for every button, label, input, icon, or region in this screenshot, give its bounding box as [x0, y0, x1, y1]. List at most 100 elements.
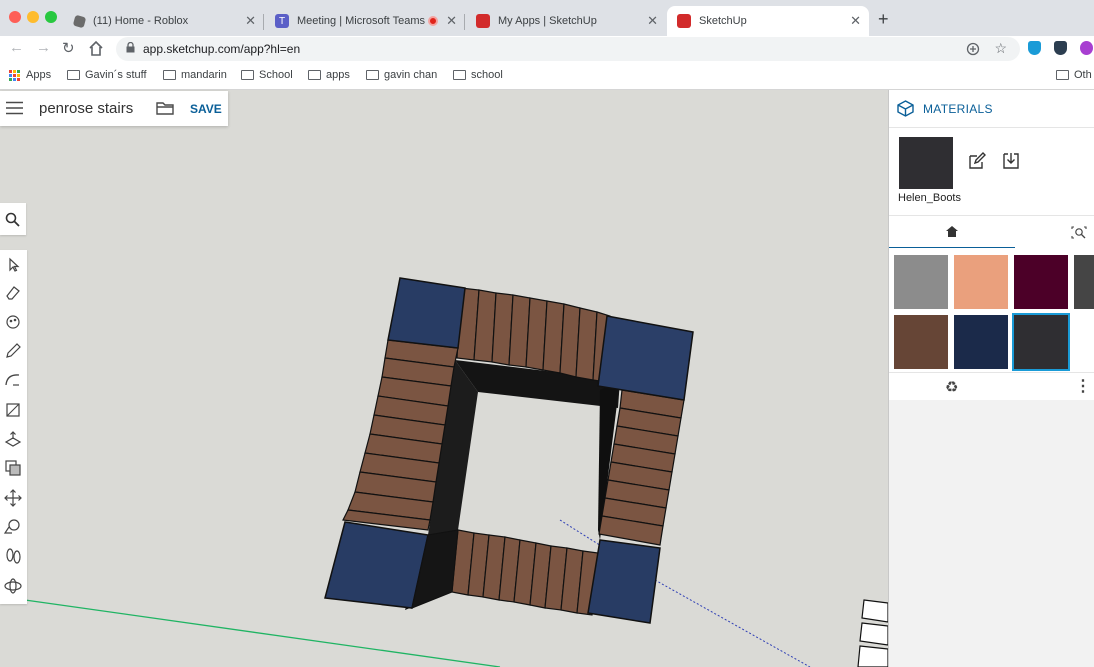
stairs-bottom: [451, 529, 599, 616]
search-button[interactable]: [0, 203, 26, 235]
offset-tool-icon[interactable]: [3, 458, 23, 478]
green-axis: [24, 599, 501, 667]
address-bar[interactable]: app.sketchup.com/app?hl=en ☆: [116, 37, 1020, 61]
bookmark-folder[interactable]: apps: [308, 69, 350, 81]
folder-icon: [308, 70, 321, 80]
tab-home[interactable]: [889, 216, 1015, 249]
extension-shield-icon[interactable]: [1028, 41, 1041, 55]
folder-icon: [67, 70, 80, 80]
bookmark-folder[interactable]: gavin chan: [366, 69, 437, 81]
orbit-tool-icon[interactable]: [3, 576, 23, 596]
browser-tab-my-apps[interactable]: My Apps | SketchUp ✕: [466, 6, 666, 36]
lock-icon: [126, 42, 135, 53]
new-tab-button[interactable]: +: [878, 9, 889, 30]
material-swatch[interactable]: [954, 255, 1008, 309]
close-icon[interactable]: ✕: [850, 13, 861, 29]
model-viewport[interactable]: [0, 90, 888, 667]
move-tool-icon[interactable]: [3, 488, 23, 508]
material-swatch[interactable]: [1014, 255, 1068, 309]
materials-cube-icon: [897, 100, 914, 117]
select-tool-icon[interactable]: [3, 255, 23, 275]
bookmark-star-icon[interactable]: ☆: [994, 40, 1007, 57]
material-swatch[interactable]: [1074, 255, 1094, 309]
window-minimize-button[interactable]: [27, 11, 39, 23]
bookmark-folder[interactable]: mandarin: [163, 69, 227, 81]
bookmark-folder[interactable]: School: [241, 69, 293, 81]
bookmark-folder[interactable]: school: [453, 69, 503, 81]
install-app-icon[interactable]: [966, 42, 980, 56]
tape-measure-tool-icon[interactable]: [3, 517, 23, 537]
folder-icon: [241, 70, 254, 80]
folder-icon[interactable]: [156, 101, 174, 115]
selected-material-preview[interactable]: [899, 137, 953, 189]
file-name[interactable]: penrose stairs: [39, 100, 133, 117]
import-material-icon[interactable]: [1002, 152, 1020, 170]
partial-object: [857, 599, 888, 667]
more-options-icon[interactable]: ⋮: [1075, 376, 1091, 396]
extension-vpn-icon[interactable]: [1054, 41, 1067, 55]
browser-tab-roblox[interactable]: (11) Home - Roblox ✕: [64, 6, 264, 36]
swatch-grid: [889, 248, 1094, 372]
materials-tabs: [889, 215, 1094, 249]
bookmark-folder[interactable]: Gavin´s stuff: [67, 69, 147, 81]
url-text: app.sketchup.com/app?hl=en: [143, 42, 301, 56]
browser-tab-teams[interactable]: T Meeting | Microsoft Teams ✕: [265, 6, 465, 36]
material-swatch[interactable]: [894, 315, 948, 369]
tab-title: Meeting | Microsoft Teams: [297, 15, 425, 27]
folder-icon: [1056, 70, 1069, 80]
close-icon[interactable]: ✕: [647, 13, 658, 29]
edit-material-icon[interactable]: [968, 152, 986, 170]
close-icon[interactable]: ✕: [446, 13, 457, 29]
search-materials-icon[interactable]: [1071, 226, 1087, 239]
sketchup-icon: [677, 14, 691, 28]
swatch-footer: ♻ ⋮: [889, 372, 1094, 400]
material-swatch-selected[interactable]: [1012, 313, 1070, 371]
material-swatch[interactable]: [954, 315, 1008, 369]
tab-title: SketchUp: [699, 15, 747, 27]
tool-palette: [0, 250, 27, 604]
panel-title: MATERIALS: [923, 102, 993, 116]
extension-puzzle-icon[interactable]: [1080, 41, 1093, 55]
eraser-tool-icon[interactable]: [3, 283, 23, 303]
home-icon[interactable]: [88, 41, 104, 56]
apps-grid-icon: [9, 69, 20, 81]
selected-material-area: Helen_Boots: [889, 127, 1094, 215]
model-canvas[interactable]: [0, 90, 888, 667]
recycle-icon[interactable]: ♻: [945, 378, 958, 396]
home-icon: [946, 226, 958, 237]
arc-tool-icon[interactable]: [3, 370, 23, 390]
browser-tab-strip: (11) Home - Roblox ✕ T Meeting | Microso…: [0, 0, 1094, 36]
material-swatch[interactable]: [894, 255, 948, 309]
file-header: penrose stairs SAVE: [0, 91, 228, 126]
window-maximize-button[interactable]: [45, 11, 57, 23]
walk-tool-icon[interactable]: [3, 546, 23, 566]
recording-icon: [428, 16, 438, 26]
corner-block-bottom-right: [587, 539, 661, 624]
paint-bucket-tool-icon[interactable]: [3, 312, 23, 332]
bookmark-apps[interactable]: Apps: [9, 69, 51, 81]
folder-icon: [366, 70, 379, 80]
close-icon[interactable]: ✕: [245, 13, 256, 29]
push-pull-tool-icon[interactable]: [3, 429, 23, 449]
blue-axis: [654, 579, 811, 667]
tab-title: My Apps | SketchUp: [498, 15, 597, 27]
rectangle-tool-icon[interactable]: [3, 400, 23, 420]
browser-toolbar: ← → ↻ app.sketchup.com/app?hl=en ☆: [0, 36, 1094, 62]
bookmarks-bar: Apps Gavin´s stuff mandarin School apps …: [0, 62, 1094, 90]
forward-arrow-icon[interactable]: →: [36, 39, 51, 56]
materials-panel: MATERIALS Helen_Boots ♻ ⋮: [888, 90, 1094, 667]
browser-tab-sketchup[interactable]: SketchUp ✕: [667, 6, 869, 36]
corner-block-top-left: [387, 277, 466, 349]
save-button[interactable]: SAVE: [190, 102, 222, 116]
reload-icon[interactable]: ↻: [62, 39, 75, 57]
selected-material-name: Helen_Boots: [898, 192, 961, 204]
pencil-tool-icon[interactable]: [3, 341, 23, 361]
bookmark-other[interactable]: Oth: [1056, 69, 1092, 81]
folder-icon: [163, 70, 176, 80]
teams-icon: T: [275, 14, 289, 28]
back-arrow-icon[interactable]: ←: [9, 39, 24, 56]
window-close-button[interactable]: [9, 11, 21, 23]
tab-title: (11) Home - Roblox: [93, 15, 189, 27]
search-icon: [5, 212, 20, 227]
hamburger-menu-icon[interactable]: [6, 101, 23, 115]
